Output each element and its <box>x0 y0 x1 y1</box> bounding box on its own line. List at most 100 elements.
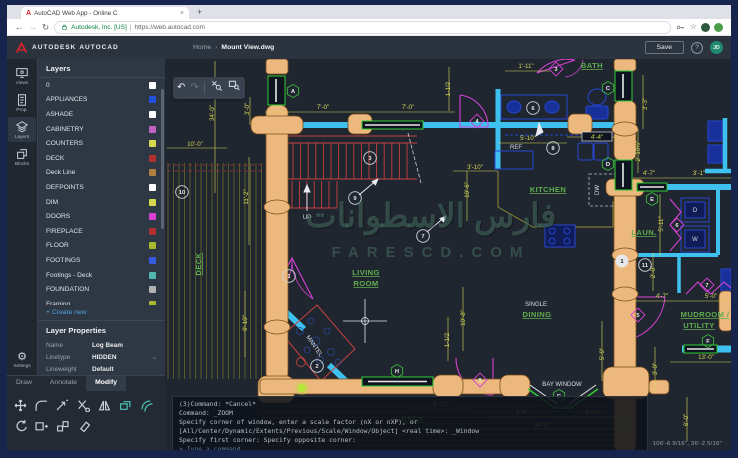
reference-bubble[interactable]: 6 <box>670 218 684 232</box>
lengthen-tool-button[interactable] <box>52 395 73 415</box>
reference-bubble[interactable]: 8 <box>547 142 560 155</box>
layer-color-swatch[interactable] <box>149 140 156 147</box>
windows[interactable] <box>268 71 717 408</box>
undo-icon[interactable]: ↶ <box>177 83 185 93</box>
reference-bubble[interactable]: 11 <box>639 259 652 272</box>
stretch-tool-button[interactable] <box>31 415 52 435</box>
dimension-label[interactable]: 11'-2" <box>243 189 250 204</box>
layer-color-swatch[interactable] <box>149 257 156 264</box>
layer-color-swatch[interactable] <box>149 96 156 103</box>
reference-bubble[interactable]: 3 <box>364 152 377 165</box>
layer-color-swatch[interactable] <box>149 82 156 89</box>
zoom-object-icon[interactable] <box>210 79 223 97</box>
layer-row[interactable]: DIM <box>38 195 165 210</box>
reference-bubble[interactable]: 6 <box>527 102 540 115</box>
layer-row[interactable]: ASHADE <box>38 107 165 122</box>
layer-row[interactable]: Footings - Deck <box>38 268 165 283</box>
layer-row[interactable]: FIREPLACE <box>38 224 165 239</box>
sidebar-item-layers[interactable]: Layers <box>8 117 36 142</box>
dimension-label[interactable]: 3'-10" <box>467 164 483 171</box>
profile-avatar-icon[interactable] <box>714 23 723 32</box>
floor-plan[interactable]: 34'-0" 3'-0" 7'-0" 7'-0" 10'-0" 11'-2" 1-1/2 1'… <box>165 59 731 450</box>
dimension-label[interactable]: 3'-3" <box>642 98 649 110</box>
dimension-label[interactable]: 5'-11" <box>658 216 665 231</box>
layer-row[interactable]: DECK <box>38 151 165 166</box>
dimension-label[interactable]: 2'-10½" <box>635 141 642 162</box>
dimension-label[interactable]: 5'-0" <box>705 293 717 300</box>
layer-color-swatch[interactable] <box>149 111 156 118</box>
sidebar-item-views[interactable]: Views <box>8 63 36 88</box>
ribbon-tab-modify[interactable]: Modify <box>86 376 126 391</box>
offset-tool-button[interactable] <box>136 395 157 415</box>
breadcrumb-home[interactable]: Home <box>193 44 211 51</box>
tab-close-icon[interactable]: × <box>180 10 184 17</box>
layer-row[interactable]: CABINETRY <box>38 122 165 137</box>
kitchen-counter[interactable] <box>498 171 613 227</box>
create-new-layer-button[interactable]: + Create new <box>38 305 165 321</box>
save-button[interactable]: Save <box>645 41 685 54</box>
dimension-label[interactable]: 10'-0" <box>187 141 203 148</box>
layer-row[interactable]: FLOOR <box>38 239 165 254</box>
dimension-label[interactable]: 7'-0" <box>402 104 414 111</box>
bookmark-star-icon[interactable]: ☆ <box>690 23 697 31</box>
dimension-label[interactable]: 7'-0" <box>317 104 329 111</box>
layer-row[interactable]: FOUNDATION <box>38 282 165 297</box>
copy-tool-button[interactable] <box>115 395 136 415</box>
dimension-label[interactable]: 6'-0" <box>683 414 690 426</box>
ribbon-tab-draw[interactable]: Draw <box>7 376 41 391</box>
command-input[interactable]: > Type a command <box>179 445 641 450</box>
dimension-label[interactable]: 5'-9" <box>599 348 606 360</box>
drawing-canvas[interactable]: 34'-0" 3'-0" 7'-0" 7'-0" 10'-0" 11'-2" 1-1/2 1'… <box>165 59 731 450</box>
dimension-label[interactable]: 4'-4" <box>591 134 603 141</box>
dimension-label[interactable]: 13'-0" <box>698 354 714 361</box>
layer-row[interactable]: FOOTINGS <box>38 253 165 268</box>
user-avatar[interactable]: JD <box>710 41 723 54</box>
dimension-label[interactable]: 9'-10" <box>242 315 249 331</box>
trim-tool-button[interactable] <box>73 395 94 415</box>
reference-bubble[interactable]: C <box>602 82 613 95</box>
mirror-tool-button[interactable] <box>94 395 115 415</box>
dimension-label[interactable]: 4'-7" <box>643 170 655 177</box>
layer-color-swatch[interactable] <box>149 228 156 235</box>
rotate-tool-button[interactable] <box>10 415 31 435</box>
new-tab-button[interactable]: + <box>197 8 202 19</box>
layer-row[interactable]: DOORS <box>38 209 165 224</box>
selection-grip[interactable] <box>295 381 309 395</box>
redo-icon[interactable]: ↷ <box>190 83 198 93</box>
layer-color-swatch[interactable] <box>149 242 156 249</box>
help-icon[interactable]: ? <box>691 42 703 54</box>
sidebar-item-prop[interactable]: Prop. <box>8 90 36 115</box>
layer-color-swatch[interactable] <box>149 155 156 162</box>
dimension-label[interactable]: 10'-8" <box>460 310 467 326</box>
reference-bubble[interactable]: 3 <box>549 62 563 76</box>
reload-icon[interactable]: ↻ <box>42 23 49 32</box>
back-icon[interactable]: ← <box>15 23 24 32</box>
dimension-label[interactable]: 10'-6" <box>464 182 471 198</box>
dimension-label[interactable]: 34'-0" <box>209 105 216 121</box>
layer-row[interactable]: Deck Line <box>38 166 165 181</box>
dimension-label[interactable]: 1-1/2 <box>445 81 452 96</box>
zoom-window-icon[interactable] <box>228 79 241 97</box>
fillet-tool-button[interactable] <box>31 395 52 415</box>
dimension-label[interactable]: 3'-0" <box>244 103 251 115</box>
address-bar[interactable]: Autodesk, Inc. [US] | https://web.autoca… <box>54 21 671 34</box>
layer-color-swatch[interactable] <box>149 184 156 191</box>
extension-icon[interactable] <box>701 23 710 32</box>
dimension-label[interactable]: 1'-11" <box>518 63 533 70</box>
erase-tool-button[interactable] <box>73 415 94 435</box>
reference-bubble[interactable]: 9 <box>349 192 362 205</box>
reference-bubble[interactable]: 10 <box>176 186 189 199</box>
move-tool-button[interactable] <box>10 395 31 415</box>
reference-bubble[interactable]: E <box>646 193 657 206</box>
layer-color-swatch[interactable] <box>149 169 156 176</box>
layer-row[interactable]: APPLIANCES <box>38 93 165 108</box>
layer-color-swatch[interactable] <box>149 199 156 206</box>
reference-bubble[interactable]: H <box>391 365 402 378</box>
dimension-label[interactable]: 1-1/2 <box>444 332 451 347</box>
dimension-label[interactable]: 5'-10" <box>520 135 536 142</box>
layer-row[interactable]: DEFPOINTS <box>38 180 165 195</box>
key-icon[interactable] <box>676 22 686 32</box>
layer-row[interactable]: Framing <box>38 297 165 305</box>
layer-row[interactable]: COUNTERS <box>38 136 165 151</box>
layer-color-swatch[interactable] <box>149 213 156 220</box>
